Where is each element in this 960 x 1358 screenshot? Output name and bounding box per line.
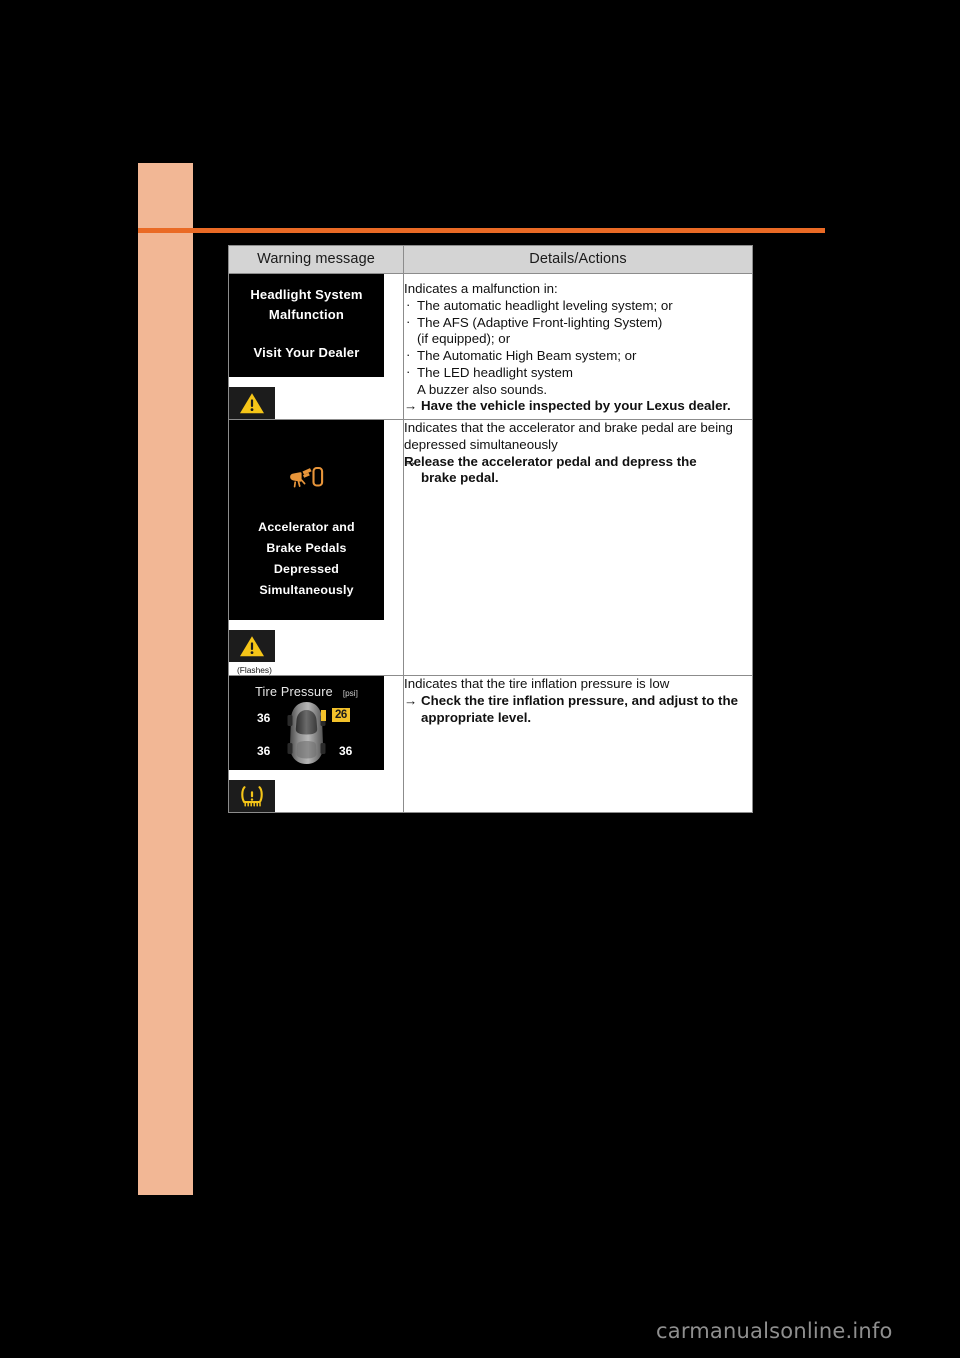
tire-pressure-title: Tire Pressure (255, 685, 333, 699)
column-header-details-actions: Details/Actions (403, 245, 753, 274)
action-text-line1: Check the tire inflation pressure, and a… (421, 692, 738, 708)
table-row: Headlight System Malfunction Visit Your … (228, 273, 753, 420)
bullet-dot-icon: · (406, 363, 411, 379)
tire-value-front-right: 26 (332, 708, 350, 722)
details-bullet-list-headlight: · The automatic headlight leveling syste… (404, 296, 752, 399)
warning-message-cell-tire: Tire Pressure [psi] 36 26 36 36 (228, 675, 404, 813)
tire-value-rear-left: 36 (257, 744, 271, 758)
details-action-accel: → Release the accelerator pedal and depr… (404, 454, 752, 471)
details-action-headlight: → Have the vehicle inspected by your Lex… (404, 398, 752, 415)
details-intro-accel-line1: Indicates that the accelerator and brake… (404, 420, 733, 435)
tire-value-front-left: 36 (257, 711, 271, 725)
mid-line-accel-2: Brake Pedals (266, 541, 347, 556)
list-item: · The Automatic High Beam system; or (404, 347, 752, 365)
column-header-warning-message: Warning message (228, 245, 404, 274)
bullet-text: The AFS (Adaptive Front-lighting System) (417, 314, 663, 330)
table-header-row: Warning message Details/Actions (228, 245, 753, 274)
action-text-line1: Release the accelerator pedal and depres… (404, 453, 697, 469)
tire-pressure-warning-icon (229, 780, 275, 812)
details-intro-headlight: Indicates a malfunction in: (404, 281, 558, 296)
tire-pressure-diagram: 36 26 36 36 (229, 701, 384, 767)
details-cell-tire: Indicates that the tire inflation pressu… (403, 675, 753, 813)
bullet-subtext: (if equipped); or (417, 331, 511, 347)
brake-override-pedal-icon (229, 420, 384, 517)
details-action-accel-line2: brake pedal. (421, 470, 499, 486)
list-item: · The LED headlight system (404, 363, 752, 382)
tire-pressure-unit: [psi] (342, 689, 358, 698)
bullet-dot-icon: · (406, 296, 411, 312)
warning-message-cell-headlight: Headlight System Malfunction Visit Your … (228, 273, 404, 420)
mid-line-headlight-2: Malfunction (268, 307, 345, 323)
list-item: · The automatic headlight leveling syste… (404, 296, 752, 315)
warning-message-table: Warning message Details/Actions Headligh… (228, 245, 753, 813)
arrow-icon: → (404, 398, 418, 414)
mid-display-tire-pressure: Tire Pressure [psi] 36 26 36 36 (229, 676, 384, 770)
tire-pressure-warning-glyph (241, 786, 263, 807)
table-row: Accelerator and Brake Pedals Depressed S… (228, 419, 753, 676)
mid-line-accel-4: Simultaneously (259, 583, 354, 598)
header-accent-rule (138, 228, 825, 233)
brake-override-pedal-glyph (289, 466, 323, 488)
list-item-sub: A buzzer also sounds. (404, 382, 752, 399)
bullet-subtext: A buzzer also sounds. (417, 381, 548, 397)
mid-display-headlight: Headlight System Malfunction Visit Your … (229, 274, 384, 377)
mid-line-headlight-1: Headlight System (250, 287, 363, 302)
bullet-text: The Automatic High Beam system; or (417, 348, 637, 363)
details-intro-tire: Indicates that the tire inflation pressu… (404, 676, 670, 691)
telltale-flashes-note: (Flashes) (237, 665, 272, 675)
action-text: Have the vehicle inspected by your Lexus… (421, 398, 731, 414)
tire-pressure-header: Tire Pressure [psi] (229, 676, 384, 701)
warning-message-cell-accelerator: Accelerator and Brake Pedals Depressed S… (228, 419, 404, 676)
site-watermark: carmanualsonline.info (656, 1319, 893, 1343)
bullet-text: The LED headlight system (417, 364, 573, 380)
details-cell-headlight: Indicates a malfunction in: · The automa… (403, 273, 753, 420)
list-item: · The AFS (Adaptive Front-lighting Syste… (404, 313, 752, 332)
details-intro-accel-line2: depressed simultaneously (404, 436, 558, 452)
tire-alert-marker (321, 710, 326, 721)
page-side-tab (138, 163, 193, 1195)
mid-line-accel-3: Depressed (273, 562, 340, 577)
mid-display-accelerator: Accelerator and Brake Pedals Depressed S… (229, 420, 384, 620)
master-warning-triangle-icon (229, 387, 275, 419)
details-action-tire-line2: appropriate level. (421, 709, 532, 725)
list-item-sub: (if equipped); or (404, 331, 752, 348)
bullet-dot-icon: · (406, 313, 411, 329)
details-cell-accelerator: Indicates that the accelerator and brake… (403, 419, 753, 676)
master-warning-triangle-icon (229, 630, 275, 662)
arrow-icon: → (404, 692, 418, 708)
master-warning-triangle-glyph (240, 635, 264, 656)
details-action-tire: → Check the tire inflation pressure, and… (404, 693, 752, 710)
mid-line-accel-1: Accelerator and (258, 520, 355, 534)
mid-spacer (229, 325, 384, 343)
car-top-view-icon (287, 702, 326, 764)
master-warning-triangle-glyph (240, 392, 264, 413)
tire-value-rear-right: 36 (339, 744, 353, 758)
bullet-dot-icon: · (406, 347, 411, 362)
bullet-text: The automatic headlight leveling system;… (417, 297, 673, 313)
table-row: Tire Pressure [psi] 36 26 36 36 Indicate… (228, 675, 753, 813)
mid-line-headlight-3: Visit Your Dealer (253, 345, 360, 361)
